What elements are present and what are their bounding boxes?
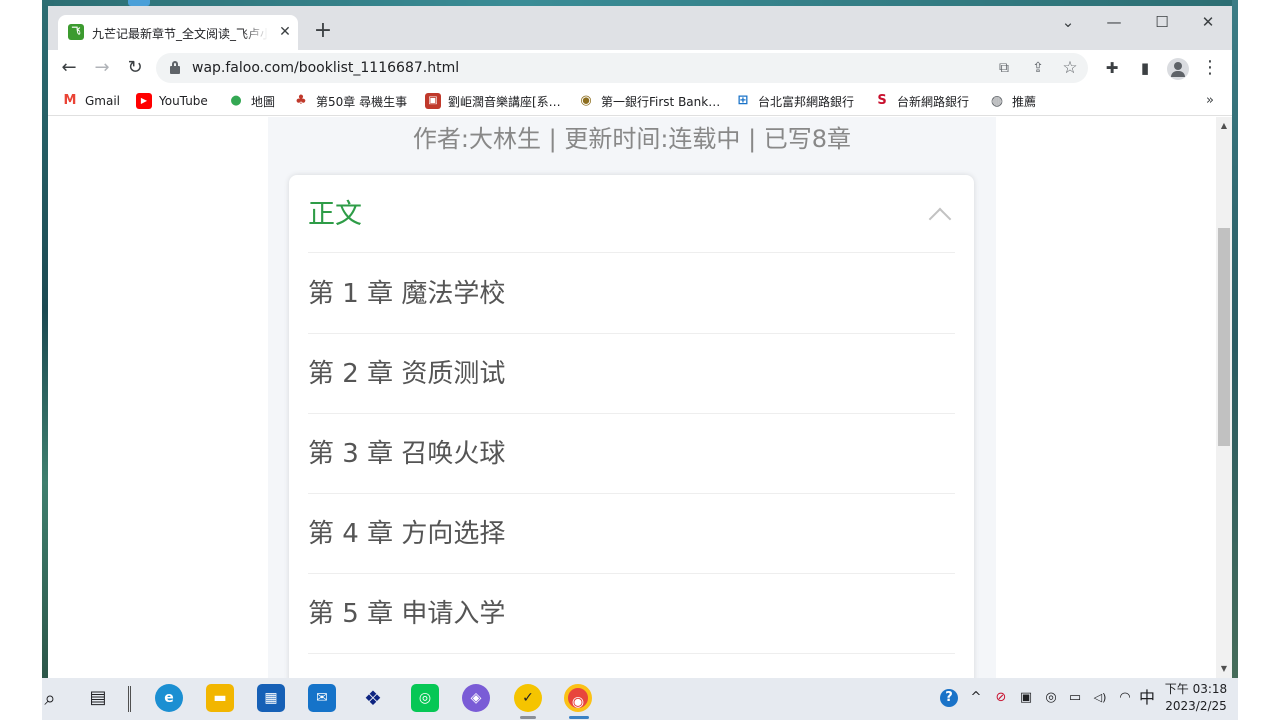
- chapter-link-4[interactable]: 第 4 章 方向选择: [308, 494, 955, 574]
- help-icon[interactable]: ?: [940, 689, 958, 707]
- line-app-icon[interactable]: ◎: [411, 684, 439, 712]
- fubon-bank-icon: ⊞: [735, 93, 751, 109]
- chrome-menu-icon[interactable]: ⋮: [1199, 57, 1221, 79]
- bookmark-fubon-bank[interactable]: ⊞ 台北富邦網路銀行: [735, 92, 854, 110]
- network-off-icon[interactable]: ⊘: [992, 689, 1010, 707]
- browser-tab-active[interactable]: 飞 九芒记最新章节_全文阅读_飞卢小说网 ✕: [58, 15, 298, 50]
- taishin-bank-icon: S: [874, 93, 890, 109]
- minimize-button[interactable]: —: [1091, 10, 1137, 34]
- chrome-icon[interactable]: ◉: [564, 684, 592, 712]
- forward-button[interactable]: →: [90, 56, 114, 80]
- tab-search-dropdown-icon[interactable]: ⌄: [1045, 10, 1091, 34]
- bookmark-label: 台新網路銀行: [897, 94, 970, 109]
- bookmark-label: YouTube: [159, 94, 208, 108]
- globe-icon: ◍: [989, 93, 1005, 109]
- chapter-list-card: 正文 第 1 章 魔法学校 第 2 章 资质测试 第 3 章 召唤火球 第 4 …: [289, 175, 974, 678]
- browser-toolbar: ← → ↻ wap.faloo.com/booklist_1116687.htm…: [48, 50, 1232, 86]
- norton-icon[interactable]: ✓: [514, 684, 542, 712]
- bookmark-youtube[interactable]: ▶ YouTube: [136, 92, 208, 110]
- file-explorer-icon[interactable]: ▬: [206, 684, 234, 712]
- wifi-icon[interactable]: ◠: [1116, 689, 1134, 707]
- system-clock[interactable]: 下午 03:18 2023/2/25: [1164, 681, 1228, 715]
- tab-strip: 飞 九芒记最新章节_全文阅读_飞卢小说网 ✕ + ⌄ — ☐ ✕: [48, 6, 1232, 50]
- bookmark-music-lecture[interactable]: ▣ 劉岠濶音樂講座[系…: [425, 92, 561, 110]
- scrollbar-thumb[interactable]: [1218, 228, 1230, 446]
- chapter-link-1[interactable]: 第 1 章 魔法学校: [308, 254, 955, 334]
- mail-icon[interactable]: ✉: [308, 684, 336, 712]
- profile-avatar-icon[interactable]: [1167, 58, 1189, 80]
- scroll-down-icon[interactable]: ▼: [1219, 663, 1229, 675]
- edge-icon[interactable]: e: [155, 684, 183, 712]
- gmail-icon: M: [62, 93, 78, 109]
- bookmark-gmail[interactable]: M Gmail: [62, 92, 120, 110]
- tab-title: 九芒记最新章节_全文阅读_飞卢小说网: [92, 27, 268, 41]
- close-tab-icon[interactable]: ✕: [276, 23, 294, 41]
- maps-pin-icon: ●: [228, 93, 244, 109]
- bookmarks-overflow-icon[interactable]: »: [1202, 92, 1218, 110]
- search-icon[interactable]: ⌕: [36, 684, 64, 712]
- close-window-button[interactable]: ✕: [1185, 10, 1231, 34]
- dropbox-icon[interactable]: ❖: [359, 684, 387, 712]
- book-icon: ♣: [293, 93, 309, 109]
- chapter-link-3[interactable]: 第 3 章 召唤火球: [308, 414, 955, 494]
- bookmarks-bar: M Gmail ▶ YouTube ● 地圖 ♣ 第50章 尋機生事 ▣ 劉岠濶…: [48, 86, 1232, 116]
- bookmark-label: 推薦: [1012, 94, 1037, 109]
- bookmark-label: 地圖: [251, 94, 276, 109]
- bookmark-first-bank[interactable]: ◉ 第一銀行First Bank…: [578, 92, 720, 110]
- scroll-up-icon[interactable]: ▲: [1219, 120, 1229, 132]
- faloo-favicon-icon: 飞: [68, 24, 84, 40]
- share-icon[interactable]: ⇪: [1028, 58, 1048, 78]
- page-scrollbar[interactable]: ▲ ▼: [1216, 117, 1232, 678]
- taskbar-divider: [128, 686, 131, 712]
- side-panel-icon[interactable]: ▮: [1134, 57, 1156, 79]
- bookmark-label: Gmail: [85, 94, 121, 108]
- ime-indicator[interactable]: 中: [1139, 688, 1155, 708]
- page-column: 作者:大林生 | 更新时间:连载中 | 已写8章 正文 第 1 章 魔法学校 第…: [268, 117, 996, 678]
- book-meta-line: 作者:大林生 | 更新时间:连载中 | 已写8章: [412, 125, 852, 153]
- volume-icon[interactable]: ◁): [1091, 689, 1109, 707]
- screenshot-slide: 飞 九芒记最新章节_全文阅读_飞卢小说网 ✕ + ⌄ — ☐ ✕ ← → ↻ w…: [0, 0, 1280, 720]
- music-lecture-icon: ▣: [425, 93, 441, 109]
- copilot-icon[interactable]: ◈: [462, 684, 490, 712]
- battery-icon[interactable]: ▭: [1066, 689, 1084, 707]
- chapter-link-5[interactable]: 第 5 章 申请入学: [308, 574, 955, 654]
- display-icon[interactable]: ▣: [1017, 689, 1035, 707]
- new-tab-button[interactable]: +: [312, 20, 334, 42]
- desktop-wallpaper-right: [1232, 0, 1238, 690]
- bookmark-label: 劉岠濶音樂講座[系…: [448, 94, 561, 109]
- reload-button[interactable]: ↻: [123, 56, 147, 80]
- chapter-link-2[interactable]: 第 2 章 资质测试: [308, 334, 955, 414]
- running-indicator: [520, 716, 536, 719]
- back-button[interactable]: ←: [57, 56, 81, 80]
- clock-time: 下午 03:18: [1164, 682, 1228, 696]
- translate-icon[interactable]: ⧉: [994, 58, 1014, 78]
- section-header[interactable]: 正文: [308, 175, 955, 253]
- tray-chevron-icon[interactable]: ^: [967, 689, 985, 707]
- windows-taskbar: ⌕ ▤ e ▬ ▦ ✉ ❖ ◎ ◈ ✓ ◉ ? ^ ⊘ ▣ ◎ ▭ ◁) ◠ 中…: [42, 678, 1238, 720]
- bookmark-recommended[interactable]: ◍ 推薦: [989, 92, 1036, 110]
- section-title: 正文: [308, 199, 362, 230]
- chrome-window: 飞 九芒记最新章节_全文阅读_飞卢小说网 ✕ + ⌄ — ☐ ✕ ← → ↻ w…: [48, 6, 1232, 678]
- bookmark-label: 第一銀行First Bank…: [601, 94, 721, 109]
- bookmark-maps[interactable]: ● 地圖: [228, 92, 275, 110]
- page-viewport: 作者:大林生 | 更新时间:连载中 | 已写8章 正文 第 1 章 魔法学校 第…: [48, 117, 1216, 678]
- first-bank-icon: ◉: [578, 93, 594, 109]
- youtube-icon: ▶: [136, 93, 152, 109]
- bookmark-star-icon[interactable]: ☆: [1060, 58, 1080, 78]
- clock-date: 2023/2/25: [1165, 699, 1227, 713]
- microsoft-store-icon[interactable]: ▦: [257, 684, 285, 712]
- url-text[interactable]: wap.faloo.com/booklist_1116687.html: [192, 59, 459, 77]
- extensions-icon[interactable]: ✚: [1101, 57, 1123, 79]
- lock-icon[interactable]: [170, 61, 180, 74]
- bookmark-taishin-bank[interactable]: S 台新網路銀行: [874, 92, 969, 110]
- bookmark-chapter-50[interactable]: ♣ 第50章 尋機生事: [293, 92, 407, 110]
- address-bar[interactable]: wap.faloo.com/booklist_1116687.html ⧉ ⇪ …: [156, 53, 1088, 83]
- meet-now-icon[interactable]: ◎: [1042, 689, 1060, 707]
- maximize-button[interactable]: ☐: [1139, 10, 1185, 34]
- task-view-icon[interactable]: ▤: [84, 684, 112, 712]
- bookmark-label: 第50章 尋機生事: [316, 94, 408, 109]
- bookmark-label: 台北富邦網路銀行: [758, 94, 855, 109]
- active-window-indicator: [569, 716, 589, 719]
- chevron-up-icon[interactable]: [928, 203, 950, 225]
